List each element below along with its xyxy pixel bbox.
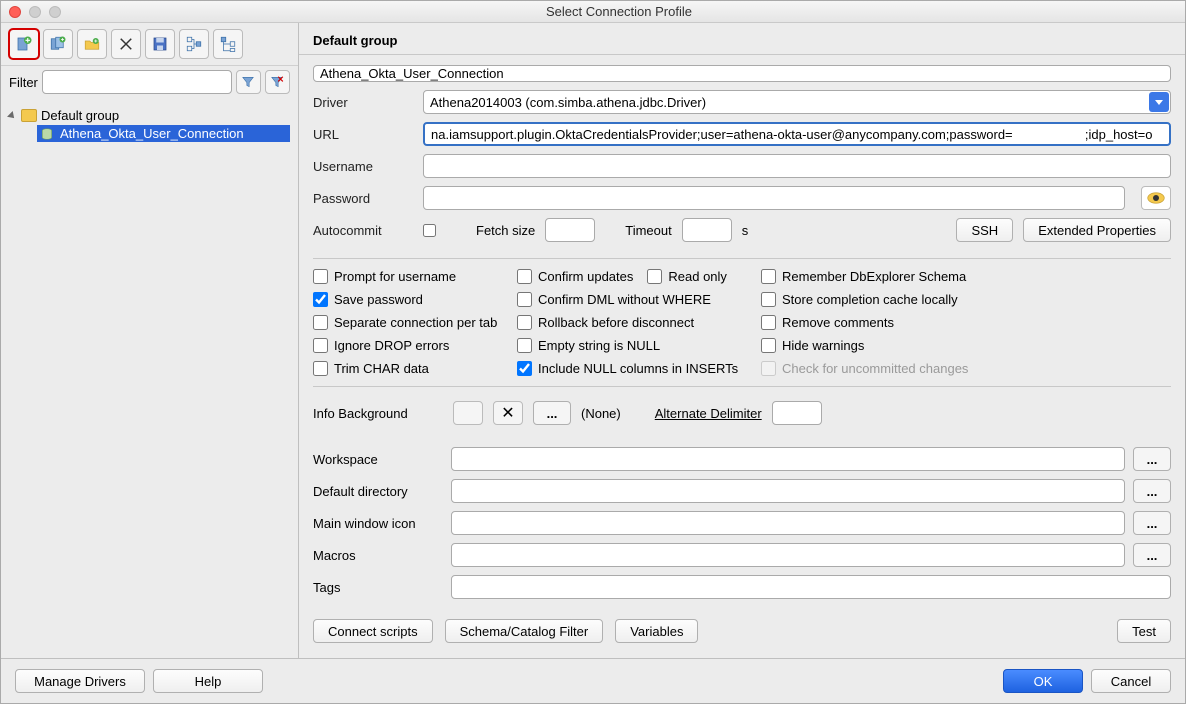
left-panel: Filter Default group Athena_Okta_User_Co… <box>1 23 299 658</box>
workspace-browse-button[interactable]: ... <box>1133 447 1171 471</box>
macros-input[interactable] <box>451 543 1125 567</box>
new-profile-button[interactable] <box>9 29 39 59</box>
test-button[interactable]: Test <box>1117 619 1171 643</box>
url-input[interactable] <box>423 122 1171 146</box>
color-preview[interactable] <box>453 401 483 425</box>
new-folder-button[interactable] <box>77 29 107 59</box>
tags-input[interactable] <box>451 575 1171 599</box>
remove-comments-checkbox[interactable]: Remove comments <box>761 315 1171 330</box>
driver-label: Driver <box>313 95 413 110</box>
ok-button[interactable]: OK <box>1003 669 1083 693</box>
separate-connection-checkbox[interactable]: Separate connection per tab <box>313 315 513 330</box>
save-button[interactable] <box>145 29 175 59</box>
default-dir-label: Default directory <box>313 484 443 499</box>
password-label: Password <box>313 191 413 206</box>
database-icon <box>40 127 54 141</box>
workspace-label: Workspace <box>313 452 443 467</box>
username-input[interactable] <box>423 154 1171 178</box>
username-label: Username <box>313 159 413 174</box>
help-button[interactable]: Help <box>153 669 263 693</box>
driver-select[interactable]: Athena2014003 (com.simba.athena.jdbc.Dri… <box>423 90 1171 114</box>
tree-item-label: Athena_Okta_User_Connection <box>60 126 244 141</box>
info-background-label: Info Background <box>313 406 443 421</box>
filter-apply-button[interactable] <box>236 70 261 94</box>
tree-group[interactable]: Default group <box>9 106 290 125</box>
filter-clear-button[interactable] <box>265 70 290 94</box>
tags-label: Tags <box>313 580 443 595</box>
autocommit-checkbox[interactable] <box>423 224 436 237</box>
fetch-size-input[interactable] <box>545 218 595 242</box>
main-icon-label: Main window icon <box>313 516 443 531</box>
dialog-footer: Manage Drivers Help OK Cancel <box>1 658 1185 703</box>
choose-color-button[interactable]: ... <box>533 401 571 425</box>
macros-label: Macros <box>313 548 443 563</box>
password-input[interactable] <box>423 186 1125 210</box>
info-none-text: (None) <box>581 406 621 421</box>
ssh-button[interactable]: SSH <box>956 218 1013 242</box>
alternate-delimiter-link[interactable]: Alternate Delimiter <box>655 406 762 421</box>
empty-null-checkbox[interactable]: Empty string is NULL <box>517 338 757 353</box>
timeout-input[interactable] <box>682 218 732 242</box>
manage-drivers-button[interactable]: Manage Drivers <box>15 669 145 693</box>
minimize-window-icon <box>29 6 41 18</box>
filter-input[interactable] <box>42 70 232 94</box>
timeout-label: Timeout <box>625 223 671 238</box>
schema-filter-button[interactable]: Schema/Catalog Filter <box>445 619 604 643</box>
read-only-checkbox[interactable]: Read only <box>647 269 727 284</box>
right-panel: Default group Driver Athena2014003 (com.… <box>299 23 1185 658</box>
main-icon-browse-button[interactable]: ... <box>1133 511 1171 535</box>
tree-item-connection[interactable]: Athena_Okta_User_Connection <box>37 125 290 142</box>
macros-browse-button[interactable]: ... <box>1133 543 1171 567</box>
ignore-drop-checkbox[interactable]: Ignore DROP errors <box>313 338 513 353</box>
remember-schema-checkbox[interactable]: Remember DbExplorer Schema <box>761 269 1171 284</box>
show-password-button[interactable] <box>1141 186 1171 210</box>
delete-button[interactable] <box>111 29 141 59</box>
trim-char-checkbox[interactable]: Trim CHAR data <box>313 361 513 376</box>
default-dir-browse-button[interactable]: ... <box>1133 479 1171 503</box>
connect-scripts-button[interactable]: Connect scripts <box>313 619 433 643</box>
profile-tree: Default group Athena_Okta_User_Connectio… <box>1 102 298 146</box>
tree-collapse-button[interactable] <box>213 29 243 59</box>
options-grid: Prompt for username Confirm updates Read… <box>313 258 1171 387</box>
cancel-button[interactable]: Cancel <box>1091 669 1171 693</box>
title-bar: Select Connection Profile <box>1 1 1185 23</box>
folder-icon <box>21 109 37 122</box>
hide-warnings-checkbox[interactable]: Hide warnings <box>761 338 1171 353</box>
zoom-window-icon <box>49 6 61 18</box>
default-dir-input[interactable] <box>451 479 1125 503</box>
window-title: Select Connection Profile <box>61 4 1177 19</box>
profile-name-input[interactable] <box>313 65 1171 82</box>
profile-toolbar <box>1 23 298 66</box>
group-header: Default group <box>299 23 1185 55</box>
save-password-checkbox[interactable]: Save password <box>313 292 513 307</box>
main-icon-input[interactable] <box>451 511 1125 535</box>
prompt-username-checkbox[interactable]: Prompt for username <box>313 269 513 284</box>
fetch-size-label: Fetch size <box>476 223 535 238</box>
filter-label: Filter <box>9 75 38 90</box>
copy-profile-button[interactable] <box>43 29 73 59</box>
variables-button[interactable]: Variables <box>615 619 698 643</box>
rollback-checkbox[interactable]: Rollback before disconnect <box>517 315 757 330</box>
alternate-delimiter-input[interactable] <box>772 401 822 425</box>
workspace-input[interactable] <box>451 447 1125 471</box>
extended-properties-button[interactable]: Extended Properties <box>1023 218 1171 242</box>
clear-color-button[interactable]: ✕ <box>493 401 523 425</box>
store-cache-checkbox[interactable]: Store completion cache locally <box>761 292 1171 307</box>
include-null-checkbox[interactable]: Include NULL columns in INSERTs <box>517 361 757 376</box>
tree-expand-icon[interactable] <box>7 111 17 121</box>
url-label: URL <box>313 127 413 142</box>
confirm-dml-checkbox[interactable]: Confirm DML without WHERE <box>517 292 757 307</box>
close-window-icon[interactable] <box>9 6 21 18</box>
confirm-updates-checkbox[interactable]: Confirm updates <box>517 269 633 284</box>
check-uncommitted-checkbox: Check for uncommitted changes <box>761 361 1171 376</box>
tree-expand-button[interactable] <box>179 29 209 59</box>
timeout-unit: s <box>742 223 749 238</box>
tree-group-label: Default group <box>41 108 119 123</box>
autocommit-label: Autocommit <box>313 223 413 238</box>
